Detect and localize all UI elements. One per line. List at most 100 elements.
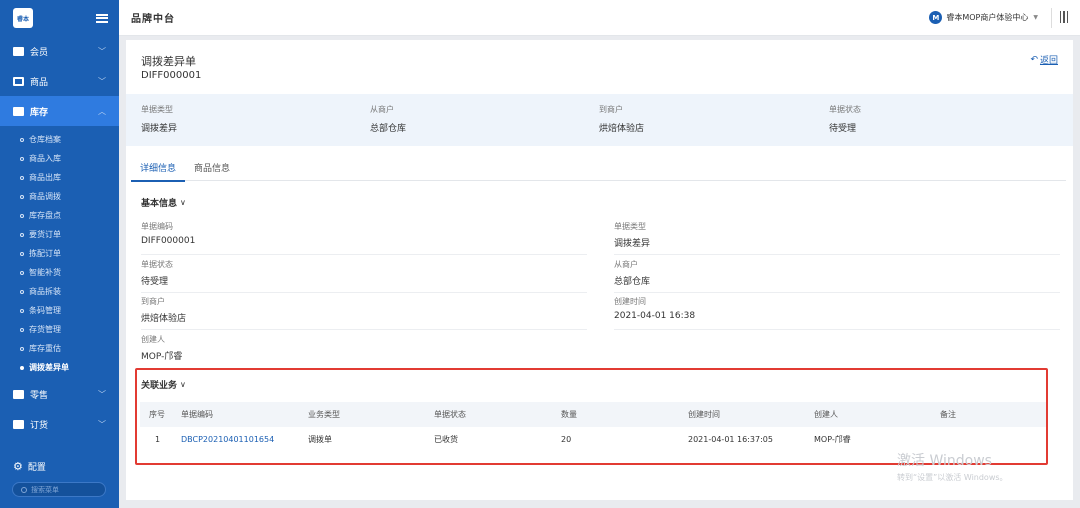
sidebar-group-label: 库存	[30, 107, 49, 118]
tab-goods[interactable]: 商品信息	[185, 160, 239, 180]
chevron-down-icon: ∨	[180, 198, 186, 207]
sidebar-item[interactable]: 商品拆装	[0, 282, 119, 301]
sidebar-item-label: 条码管理	[29, 306, 61, 315]
bullet-icon	[20, 213, 24, 218]
sidebar-item[interactable]: 条码管理	[0, 301, 119, 320]
summary-label: 单据类型	[141, 105, 173, 114]
sidebar-item[interactable]: 库存重估	[0, 339, 119, 358]
field-label: 单据状态	[141, 260, 173, 269]
sidebar-item[interactable]: 存货管理	[0, 320, 119, 339]
sidebar-header: 睿本	[0, 0, 119, 36]
chevron-down-icon: ﹀	[98, 419, 106, 429]
field-doc-code: 单据编码 DIFF000001	[141, 221, 587, 255]
sidebar-item[interactable]: 商品出库	[0, 168, 119, 187]
sidebar-group-member[interactable]: 会员 ﹀	[0, 36, 119, 66]
sidebar-item-label: 库存重估	[29, 344, 61, 353]
inventory-submenu: 仓库档案 商品入库 商品出库 商品调拨 库存盘点 要货订单 拣配订单 智能补货 …	[0, 126, 119, 377]
return-arrow-icon: ↶	[1030, 54, 1038, 65]
bullet-icon	[20, 156, 24, 161]
sidebar-item[interactable]: 智能补货	[0, 263, 119, 282]
chevron-down-icon: ﹀	[98, 389, 106, 399]
menu-search-placeholder: 搜索菜单	[31, 485, 59, 494]
retail-icon	[13, 389, 24, 399]
menu-toggle-icon[interactable]	[96, 13, 108, 23]
field-label: 到商户	[141, 297, 165, 306]
summary-label: 从商户	[370, 105, 394, 114]
gear-icon: ⚙	[13, 459, 23, 473]
field-label: 单据类型	[614, 222, 646, 231]
field-value: 总部仓库	[614, 277, 651, 287]
back-button[interactable]: ↶ 返回	[1030, 53, 1058, 67]
tab-details[interactable]: 详细信息	[131, 160, 186, 182]
merchant-avatar: M	[929, 11, 943, 24]
summary-value: 调拨差异	[141, 124, 178, 134]
menu-search-input[interactable]: 搜索菜单	[12, 482, 106, 497]
summary-item: 单据类型 调拨差异	[141, 104, 177, 134]
field-doc-type: 单据类型 调拨差异	[614, 221, 1060, 255]
summary-value: 总部仓库	[370, 124, 407, 134]
summary-value: 烘焙体验店	[599, 124, 645, 134]
field-creator: 创建人 MOP-邝睿	[141, 334, 587, 368]
sidebar-group-label: 订货	[30, 420, 49, 431]
bullet-icon	[20, 194, 24, 199]
section-title-label: 基本信息	[141, 199, 178, 209]
sidebar-group-label: 商品	[30, 77, 49, 88]
sidebar-group-inventory[interactable]: 库存 ︿	[0, 96, 119, 126]
page-title: 调拨差异单	[141, 55, 196, 68]
divider	[1051, 8, 1052, 28]
field-value: 烘焙体验店	[141, 314, 187, 324]
apps-icon[interactable]	[1059, 11, 1068, 23]
field-value: DIFF000001	[141, 236, 196, 246]
sidebar-item[interactable]: 库存盘点	[0, 206, 119, 225]
field-value: 待受理	[141, 277, 169, 287]
bullet-icon	[20, 327, 24, 332]
field-created-time: 创建时间 2021-04-01 16:38	[614, 296, 1060, 330]
back-label: 返回	[1039, 56, 1058, 66]
sidebar-item-transfer-diff[interactable]: 调拨差异单	[0, 358, 119, 377]
bullet-icon	[20, 308, 24, 313]
warehouse-icon	[13, 106, 24, 116]
field-label: 创建时间	[614, 297, 646, 306]
sidebar-item[interactable]: 商品入库	[0, 149, 119, 168]
sidebar-item-label: 仓库档案	[29, 135, 61, 144]
bullet-icon	[20, 251, 24, 256]
sidebar-item-label: 拣配订单	[29, 249, 61, 258]
sidebar-item-label: 商品出库	[29, 173, 61, 182]
sidebar-group-order[interactable]: 订货 ﹀	[0, 409, 119, 439]
chevron-down-icon: ﹀	[98, 76, 106, 86]
summary-value: 待受理	[829, 124, 857, 134]
config-link[interactable]: ⚙ 配置	[0, 457, 119, 475]
bullet-icon	[20, 137, 24, 142]
bullet-icon	[20, 270, 24, 275]
caret-down-icon: ▼	[1033, 14, 1038, 21]
summary-item: 单据状态 待受理	[829, 104, 861, 134]
merchant-switcher[interactable]: M 睿本MOP商户体验中心 ▼	[929, 11, 1038, 24]
field-doc-status: 单据状态 待受理	[141, 259, 587, 293]
chevron-down-icon: ﹀	[98, 46, 106, 56]
sidebar-group-label: 会员	[30, 47, 49, 58]
sidebar-item[interactable]: 商品调拨	[0, 187, 119, 206]
sidebar: 睿本 会员 ﹀ 商品 ﹀ 库存 ︿ 仓库档案 商品入库 商品出库 商品调拨 库存…	[0, 0, 119, 508]
field-value: 2021-04-01 16:38	[614, 311, 696, 321]
summary-item: 从商户 总部仓库	[370, 104, 406, 134]
logo: 睿本	[13, 8, 33, 28]
sidebar-item[interactable]: 要货订单	[0, 225, 119, 244]
sidebar-group-retail[interactable]: 零售 ﹀	[0, 379, 119, 409]
sidebar-group-goods[interactable]: 商品 ﹀	[0, 66, 119, 96]
sidebar-group-label: 零售	[30, 390, 49, 401]
config-label: 配置	[27, 462, 46, 473]
bullet-icon	[20, 232, 24, 237]
field-from-merchant: 从商户 总部仓库	[614, 259, 1060, 293]
sidebar-item[interactable]: 拣配订单	[0, 244, 119, 263]
sidebar-item-label: 商品拆装	[29, 287, 61, 296]
field-value: 调拨差异	[614, 239, 651, 249]
sidebar-item-label: 存货管理	[29, 325, 61, 334]
sidebar-item[interactable]: 仓库档案	[0, 130, 119, 149]
sidebar-item-label: 要货订单	[29, 230, 61, 239]
field-to-merchant: 到商户 烘焙体验店	[141, 296, 587, 330]
bullet-icon	[20, 289, 24, 294]
watermark-line: 激活 Windows	[897, 453, 992, 469]
section-basic-info[interactable]: 基本信息 ∨	[141, 196, 186, 209]
summary-label: 到商户	[599, 105, 623, 114]
document-code: DIFF000001	[141, 70, 202, 81]
